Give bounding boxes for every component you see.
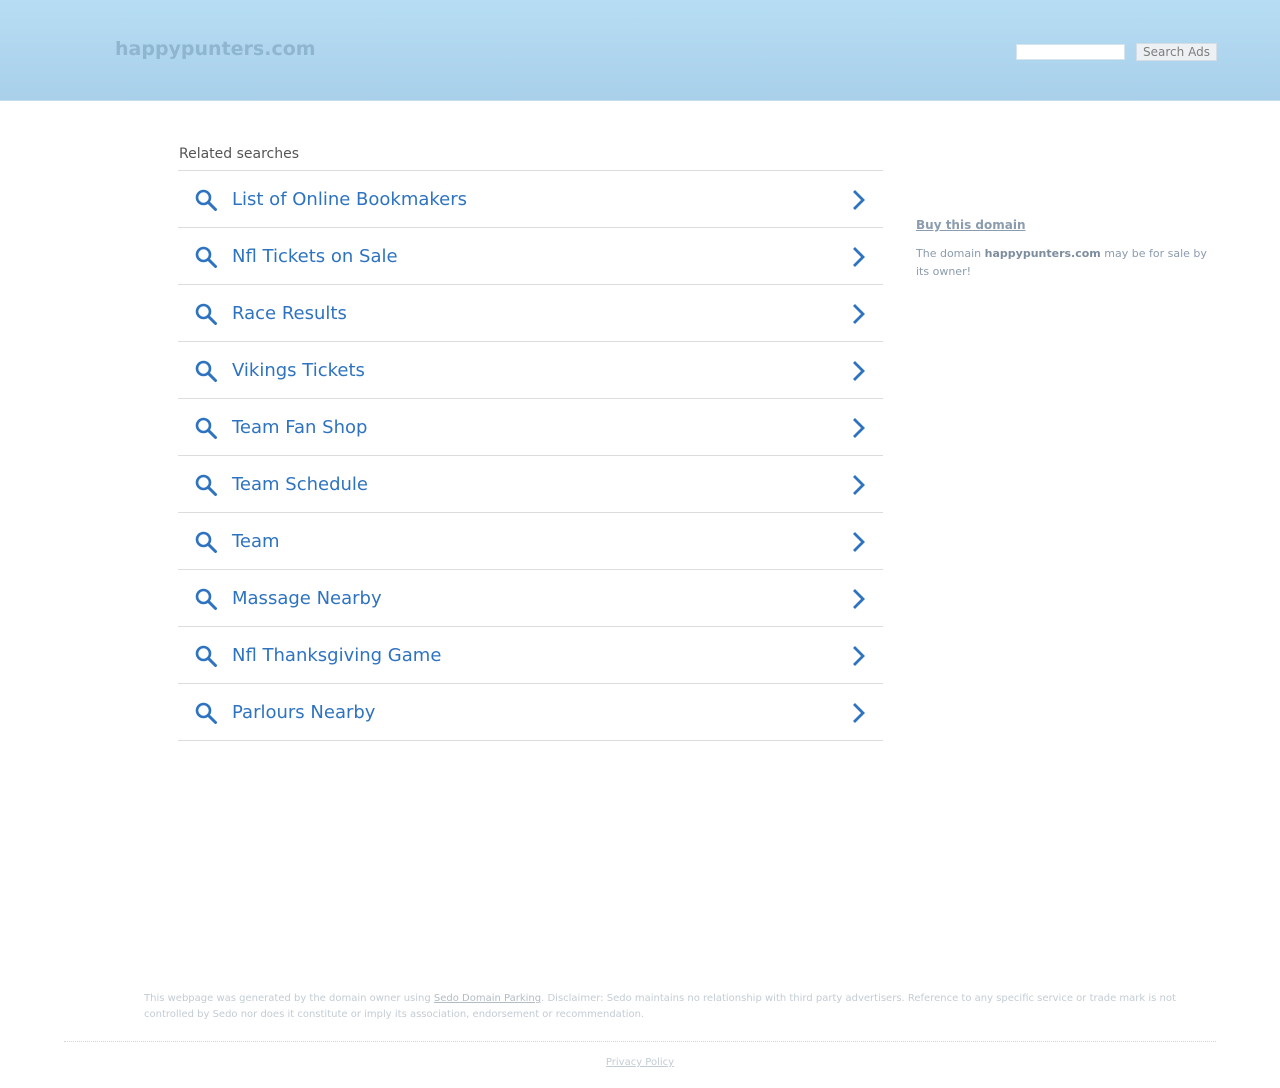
- chevron-right-icon: [846, 587, 870, 611]
- chevron-right-icon: [846, 530, 870, 554]
- search-icon: [194, 587, 218, 611]
- related-search-item[interactable]: List of Online Bookmakers: [178, 171, 883, 228]
- chevron-right-icon: [846, 701, 870, 725]
- site-name[interactable]: happypunters.com: [115, 38, 316, 60]
- related-search-label: Parlours Nearby: [232, 702, 376, 723]
- domain-sale-domain: happypunters.com: [984, 247, 1101, 260]
- search-icon: [194, 530, 218, 554]
- privacy-area: Privacy Policy: [0, 1057, 1280, 1068]
- related-search-label: Team Fan Shop: [232, 417, 368, 438]
- related-search-item[interactable]: Nfl Thanksgiving Game: [178, 627, 883, 684]
- search-icon: [194, 701, 218, 725]
- related-search-label: Vikings Tickets: [232, 360, 365, 381]
- search-icon: [194, 359, 218, 383]
- sedo-parking-link[interactable]: Sedo Domain Parking: [434, 993, 541, 1004]
- related-search-item[interactable]: Team: [178, 513, 883, 570]
- disclaimer-before: This webpage was generated by the domain…: [144, 993, 434, 1004]
- page-header: happypunters.com Search Ads: [0, 0, 1280, 101]
- related-search-label: Team Schedule: [232, 474, 369, 495]
- search-input[interactable]: [1016, 44, 1125, 60]
- related-search-item[interactable]: Nfl Tickets on Sale: [178, 228, 883, 285]
- related-search-item[interactable]: Team Fan Shop: [178, 399, 883, 456]
- related-search-item[interactable]: Vikings Tickets: [178, 342, 883, 399]
- search-icon: [194, 473, 218, 497]
- chevron-right-icon: [846, 473, 870, 497]
- related-search-label: List of Online Bookmakers: [232, 189, 468, 210]
- domain-sale-text: The domain happypunters.com may be for s…: [916, 245, 1216, 281]
- chevron-right-icon: [846, 416, 870, 440]
- related-searches-list: List of Online Bookmakers Nfl Tickets on …: [178, 170, 883, 741]
- chevron-right-icon: [846, 188, 870, 212]
- disclaimer: This webpage was generated by the domain…: [144, 991, 1184, 1023]
- search-icon: [194, 644, 218, 668]
- related-search-item[interactable]: Massage Nearby: [178, 570, 883, 627]
- chevron-right-icon: [846, 359, 870, 383]
- buy-domain-link[interactable]: Buy this domain: [916, 218, 1026, 232]
- search-icon: [194, 245, 218, 269]
- search-ads-button[interactable]: Search Ads: [1136, 43, 1217, 61]
- search-icon: [194, 188, 218, 212]
- related-search-label: Nfl Tickets on Sale: [232, 246, 398, 267]
- domain-sale-text-before: The domain: [916, 247, 985, 260]
- related-search-label: Team: [232, 531, 280, 552]
- related-search-item[interactable]: Parlours Nearby: [178, 684, 883, 741]
- related-search-item[interactable]: Team Schedule: [178, 456, 883, 513]
- footer-divider: [64, 1041, 1216, 1042]
- privacy-policy-link[interactable]: Privacy Policy: [606, 1057, 674, 1068]
- search-icon: [194, 416, 218, 440]
- chevron-right-icon: [846, 245, 870, 269]
- related-searches-title: Related searches: [179, 146, 300, 162]
- related-search-label: Race Results: [232, 303, 347, 324]
- related-search-label: Nfl Thanksgiving Game: [232, 645, 442, 666]
- chevron-right-icon: [846, 644, 870, 668]
- related-search-label: Massage Nearby: [232, 588, 382, 609]
- related-search-item[interactable]: Race Results: [178, 285, 883, 342]
- chevron-right-icon: [846, 302, 870, 326]
- search-icon: [194, 302, 218, 326]
